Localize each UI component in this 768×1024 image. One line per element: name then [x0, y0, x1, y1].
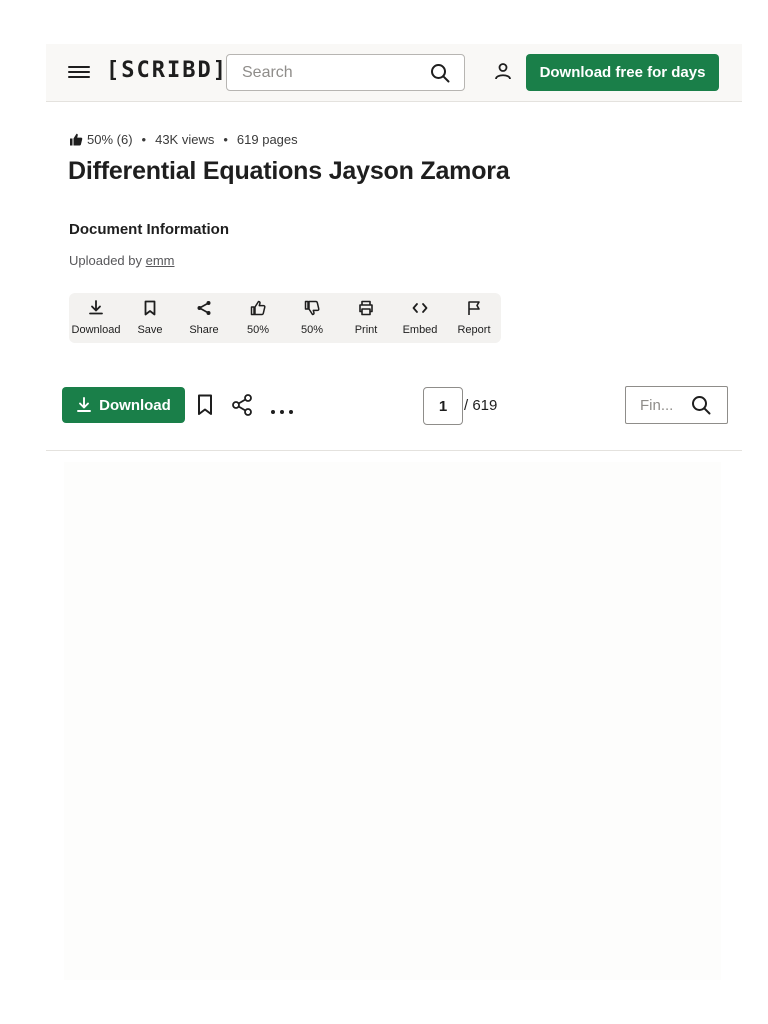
thumbs-up-icon	[69, 133, 83, 146]
document-title: Differential Equations Jayson Zamora	[68, 157, 510, 185]
more-options-icon[interactable]	[270, 402, 294, 420]
share-icon[interactable]	[232, 394, 252, 421]
page-total: / 619	[464, 397, 498, 414]
document-viewer[interactable]	[64, 462, 721, 980]
separator-dot: •	[141, 132, 147, 147]
page-frame: [SCRIBD] Download free for days 50% (6) …	[46, 44, 742, 1024]
find-input[interactable]	[626, 387, 686, 423]
action-upvote[interactable]: 50%	[231, 293, 285, 343]
action-label: 50%	[246, 324, 270, 336]
action-share[interactable]: Share	[177, 293, 231, 343]
uploader-link[interactable]: emm	[146, 253, 175, 268]
find-box[interactable]	[625, 386, 728, 424]
page-number-input[interactable]	[423, 387, 463, 425]
search-icon[interactable]	[430, 63, 450, 88]
page-count: 619 pages	[236, 132, 298, 147]
top-header: [SCRIBD] Download free for days	[46, 44, 742, 102]
scribd-logo[interactable]: [SCRIBD]	[106, 58, 228, 83]
action-download[interactable]: Download	[69, 293, 123, 343]
views-count: 43K views	[155, 132, 215, 147]
thumbs-up-icon	[250, 300, 266, 321]
user-icon[interactable]	[493, 61, 513, 86]
toolbar-download-label: Download	[99, 396, 171, 414]
action-label: Embed	[402, 324, 438, 336]
uploaded-by-label: Uploaded by	[69, 253, 142, 268]
search-input[interactable]	[227, 55, 427, 90]
share-icon	[196, 300, 212, 321]
action-print[interactable]: Print	[339, 293, 393, 343]
action-label: Download	[71, 324, 121, 336]
download-icon	[88, 300, 104, 321]
print-icon	[358, 300, 374, 321]
action-embed[interactable]: Embed	[393, 293, 447, 343]
menu-icon[interactable]	[68, 63, 90, 83]
rating-text: 50% (6)	[87, 132, 133, 147]
action-label: Print	[354, 324, 378, 336]
action-save[interactable]: Save	[123, 293, 177, 343]
uploaded-by: Uploaded by emm	[69, 253, 175, 268]
download-icon	[76, 397, 92, 413]
separator-dot: •	[223, 132, 228, 147]
toolbar-download-button[interactable]: Download	[62, 387, 185, 423]
bookmark-icon[interactable]	[196, 394, 214, 421]
bookmark-icon	[142, 300, 158, 321]
action-label: Save	[137, 324, 163, 336]
doc-stats: 50% (6) • 43K views • 619 pages	[69, 132, 298, 147]
search-icon[interactable]	[691, 395, 711, 420]
download-free-button[interactable]: Download free for days	[526, 54, 719, 91]
action-label: Report	[457, 324, 491, 336]
action-downvote[interactable]: 50%	[285, 293, 339, 343]
embed-icon	[412, 300, 428, 321]
action-label: 50%	[300, 324, 324, 336]
document-information-heading: Document Information	[69, 221, 229, 238]
action-strip: Download Save Share 50% 50% Print Embed	[69, 293, 501, 343]
action-label: Share	[189, 324, 219, 336]
thumbs-down-icon	[304, 300, 320, 321]
flag-icon	[466, 300, 482, 321]
action-report[interactable]: Report	[447, 293, 501, 343]
search-box[interactable]	[226, 54, 465, 91]
toolbar-divider	[46, 450, 742, 451]
